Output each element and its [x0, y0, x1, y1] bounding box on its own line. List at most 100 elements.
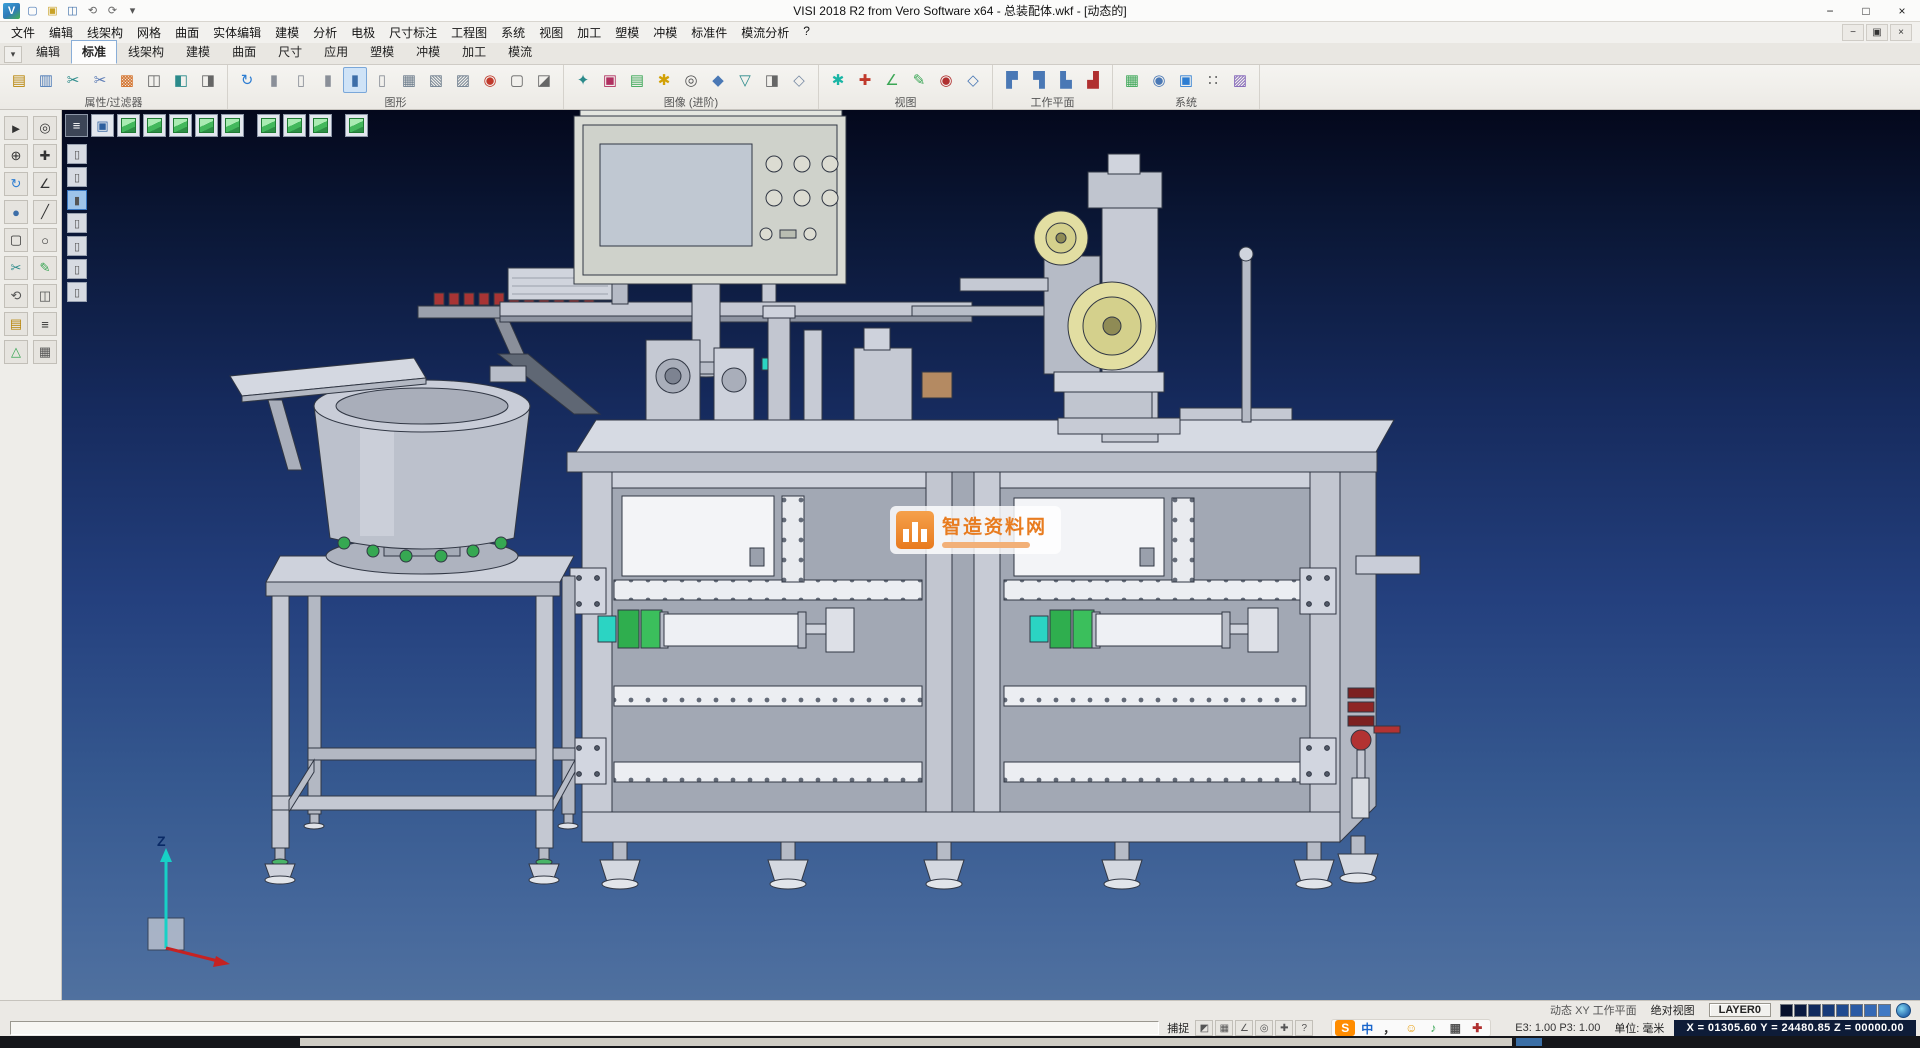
menu-flow-analysis[interactable]: 模流分析 [734, 22, 796, 43]
adv-material-icon[interactable]: ▣ [598, 67, 622, 93]
attr-paint-icon[interactable]: ▩ [115, 67, 139, 93]
view-eye-icon[interactable]: ◉ [934, 67, 958, 93]
window-minimize-button[interactable]: − [1812, 0, 1848, 21]
view-redraw-icon[interactable]: ✚ [853, 67, 877, 93]
wire-box-2-icon[interactable]: ▧ [424, 67, 448, 93]
undo-step-icon[interactable]: ⟲ [4, 284, 28, 308]
color-swatch-1[interactable] [1780, 1004, 1793, 1017]
system-screen-icon[interactable]: ▣ [1174, 67, 1198, 93]
zoom-in-icon[interactable]: ⊕ [4, 144, 28, 168]
adv-shadow-icon[interactable]: ◨ [760, 67, 784, 93]
status-grid-icon[interactable]: ▦ [1215, 1020, 1233, 1036]
tab-edit[interactable]: 编辑 [25, 40, 71, 64]
taskbar-window-button[interactable] [300, 1038, 1512, 1046]
wire-box-1-icon[interactable]: ▦ [397, 67, 421, 93]
hidden-line-icon[interactable]: ▢ [505, 67, 529, 93]
strip-filter-6-icon[interactable]: ▯ [67, 259, 87, 279]
color-swatch-3[interactable] [1808, 1004, 1821, 1017]
wire-box-3-icon[interactable]: ▨ [451, 67, 475, 93]
viewport-screen-icon[interactable]: ▣ [91, 114, 114, 137]
filter-solid-icon[interactable]: ◧ [169, 67, 193, 93]
taskbar-accent-button[interactable] [1516, 1038, 1542, 1046]
strip-filter-2-icon[interactable]: ▯ [67, 167, 87, 187]
view-cube-iso-icon[interactable] [117, 114, 140, 137]
workplane-zx-icon[interactable]: ▙ [1054, 67, 1078, 93]
shade-mode-2-icon[interactable]: ▯ [289, 67, 313, 93]
section-view-icon[interactable]: ◪ [532, 67, 556, 93]
system-grid-icon[interactable]: ▦ [1120, 67, 1144, 93]
menu-machining[interactable]: 加工 [570, 22, 608, 43]
open-file-icon[interactable]: ▣ [43, 2, 62, 19]
qat-dropdown-icon[interactable]: ▾ [123, 2, 142, 19]
view-cube-axon-icon[interactable] [309, 114, 332, 137]
create-line-icon[interactable]: ╱ [33, 200, 57, 224]
view-sketch-icon[interactable]: ✎ [907, 67, 931, 93]
strip-filter-5-icon[interactable]: ▯ [67, 236, 87, 256]
sogou-icon[interactable]: S [1335, 1020, 1355, 1036]
create-rect-icon[interactable]: ▢ [4, 228, 28, 252]
tab-application[interactable]: 应用 [313, 40, 359, 64]
view-cube-back-icon[interactable] [169, 114, 192, 137]
grid-snap-icon[interactable]: ▦ [33, 340, 57, 364]
view-cube-top-icon[interactable] [257, 114, 280, 137]
view-cube-bottom-icon[interactable] [283, 114, 306, 137]
color-swatch-2[interactable] [1794, 1004, 1807, 1017]
selection-filter-icon[interactable]: ◎ [33, 116, 57, 140]
workplane-xy-icon[interactable]: ▛ [1000, 67, 1024, 93]
tab-dropdown-icon[interactable]: ▾ [4, 46, 22, 63]
system-globe-icon[interactable]: ◉ [1147, 67, 1171, 93]
ime-mic-icon[interactable]: ♪ [1423, 1020, 1443, 1036]
undo-icon[interactable]: ⟲ [83, 2, 102, 19]
status-lock-icon[interactable]: ◩ [1195, 1020, 1213, 1036]
active-layer-indicator[interactable]: LAYER0 [1709, 1003, 1771, 1017]
mdi-restore-button[interactable]: ▣ [1866, 24, 1888, 41]
menu-help[interactable]: ? [796, 22, 817, 43]
filter-reset-icon[interactable]: ◨ [196, 67, 220, 93]
rotate-view-icon[interactable]: ↻ [4, 172, 28, 196]
view-plane-icon[interactable]: ∠ [880, 67, 904, 93]
layers-icon[interactable]: ▤ [4, 312, 28, 336]
shade-mode-active-icon[interactable]: ▮ [343, 67, 367, 93]
color-swatch-4[interactable] [1822, 1004, 1835, 1017]
status-help-icon[interactable]: ? [1295, 1020, 1313, 1036]
strip-filter-3-icon[interactable]: ▮ [67, 190, 87, 210]
view-mode-label[interactable]: 绝对视图 [1651, 1002, 1695, 1018]
adv-camera-icon[interactable]: ◎ [679, 67, 703, 93]
filter-face-icon[interactable]: ✂ [88, 67, 112, 93]
strip-filter-1-icon[interactable]: ▯ [67, 144, 87, 164]
shade-mode-3-icon[interactable]: ▮ [316, 67, 340, 93]
filter-wire-icon[interactable]: ✂ [61, 67, 85, 93]
system-matrix-icon[interactable]: ▨ [1228, 67, 1252, 93]
adv-gem-icon[interactable]: ◇ [787, 67, 811, 93]
color-swatch-7[interactable] [1864, 1004, 1877, 1017]
trim-icon[interactable]: ✂ [4, 256, 28, 280]
view-cube-dynamic-icon[interactable] [345, 114, 368, 137]
edit-element-icon[interactable]: ✎ [33, 256, 57, 280]
ime-lang-icon[interactable]: 中 [1357, 1020, 1377, 1036]
view-previous-icon[interactable]: ◇ [961, 67, 985, 93]
color-swatch-8[interactable] [1878, 1004, 1891, 1017]
shade-mode-1-icon[interactable]: ▮ [262, 67, 286, 93]
menu-standard-parts[interactable]: 标准件 [684, 22, 734, 43]
menu-die[interactable]: 冲模 [646, 22, 684, 43]
list-manager-icon[interactable]: ≡ [33, 312, 57, 336]
redo-icon[interactable]: ⟳ [103, 2, 122, 19]
zoom-element-icon[interactable]: ◉ [478, 67, 502, 93]
os-taskbar[interactable] [0, 1036, 1920, 1048]
color-swatch-6[interactable] [1850, 1004, 1863, 1017]
status-ortho-icon[interactable]: ∠ [1235, 1020, 1253, 1036]
tab-dimension[interactable]: 尺寸 [267, 40, 313, 64]
window-maximize-button[interactable]: □ [1848, 0, 1884, 21]
graphics-refresh-icon[interactable]: ↻ [235, 67, 259, 93]
adv-render-icon[interactable]: ◆ [706, 67, 730, 93]
tab-flow[interactable]: 模流 [497, 40, 543, 64]
adv-light-icon[interactable]: ✱ [652, 67, 676, 93]
tab-wireframe[interactable]: 线架构 [117, 40, 175, 64]
new-file-icon[interactable]: ▢ [23, 2, 42, 19]
strip-filter-4-icon[interactable]: ▯ [67, 213, 87, 233]
adv-texture-icon[interactable]: ✦ [571, 67, 595, 93]
tab-standard[interactable]: 标准 [71, 40, 117, 64]
attr-match-icon[interactable]: ◫ [142, 67, 166, 93]
view-cube-front-icon[interactable] [143, 114, 166, 137]
adv-palette-icon[interactable]: ▤ [625, 67, 649, 93]
